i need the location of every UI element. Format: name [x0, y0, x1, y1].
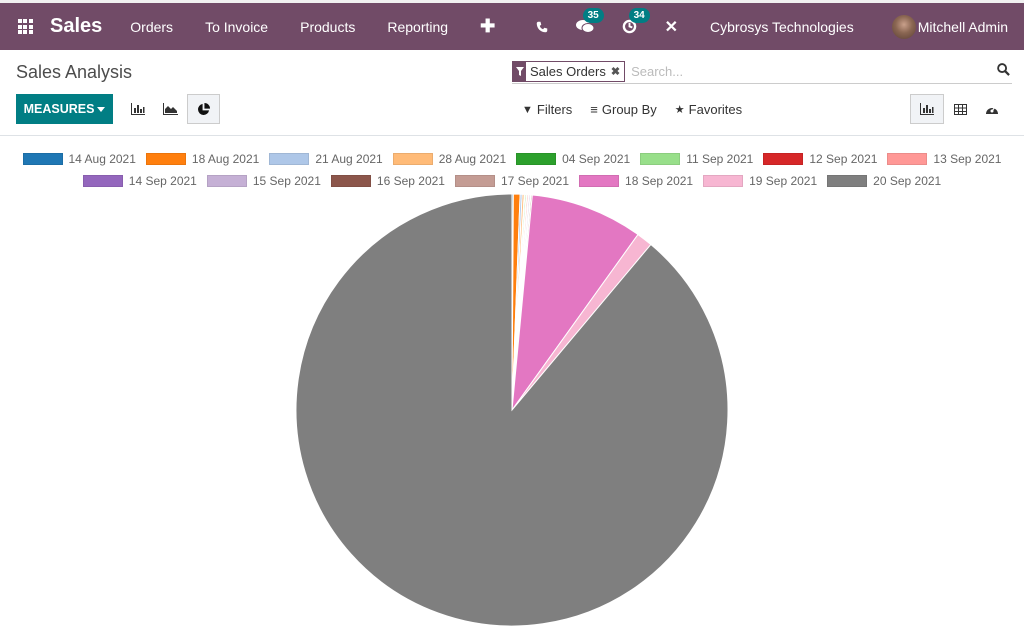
search-bar: Sales Orders ✖ — [512, 60, 1012, 84]
bar-chart-icon — [130, 103, 145, 115]
company-switcher[interactable]: Cybrosys Technologies — [710, 19, 854, 35]
messages-badge: 35 — [582, 8, 604, 23]
bars-icon: ≡ — [590, 102, 598, 117]
filter-icon — [513, 62, 526, 81]
page-title: Sales Analysis — [16, 62, 133, 82]
tools-icon[interactable]: ✕ — [665, 17, 678, 37]
pie-svg — [295, 193, 729, 626]
filters-label: Filters — [536, 102, 573, 117]
favorites-button[interactable]: ★ Favorites — [675, 102, 742, 117]
area-chart-icon — [163, 103, 178, 115]
top-navbar: Sales Orders To Invoice Products Reporti… — [0, 0, 1024, 50]
measures-button[interactable]: MEASURES — [16, 94, 113, 124]
menu-to-invoice[interactable]: To Invoice — [205, 19, 268, 35]
search-facet: Sales Orders ✖ — [512, 61, 626, 82]
messages-icon[interactable]: 35 — [575, 8, 604, 34]
group-by-label: Group By — [601, 102, 657, 117]
activities-badge: 34 — [628, 8, 650, 23]
phone-icon[interactable] — [536, 21, 548, 33]
line-chart-button[interactable] — [154, 94, 187, 124]
remove-facet-icon[interactable]: ✖ — [611, 65, 620, 78]
pie-chart-icon — [198, 102, 210, 115]
app-name[interactable]: Sales — [50, 15, 102, 38]
activities-icon[interactable]: 34 — [622, 8, 650, 34]
group-by-button[interactable]: ≡ Group By — [590, 102, 657, 117]
pivot-view-button[interactable] — [943, 94, 977, 124]
facet-label: Sales Orders — [530, 64, 606, 79]
apps-menu-icon[interactable] — [0, 19, 50, 34]
dashboard-icon — [986, 106, 998, 114]
avatar[interactable] — [891, 14, 916, 39]
favorites-label: Favorites — [688, 102, 743, 117]
menu-reporting[interactable]: Reporting — [387, 19, 448, 35]
search-icon[interactable] — [997, 62, 1010, 81]
table-icon — [953, 103, 967, 115]
filter-icon: ▼ — [522, 103, 533, 116]
measures-label: MEASURES — [23, 102, 95, 116]
search-input[interactable] — [631, 64, 997, 79]
pie-chart: 14 Aug 2021 18 Aug 2021 21 Aug 2021 28 Aug … — [0, 137, 1024, 626]
bar-chart-button[interactable] — [121, 94, 154, 124]
menu-orders[interactable]: Orders — [130, 19, 173, 35]
dashboard-view-button[interactable] — [975, 94, 1009, 124]
caret-down-icon — [97, 106, 106, 112]
graph-view-button[interactable] — [910, 94, 944, 124]
menu-products[interactable]: Products — [300, 19, 355, 35]
bar-chart-icon — [920, 103, 934, 115]
filters-button[interactable]: ▼ Filters — [522, 102, 572, 117]
plus-icon[interactable]: ✚ — [480, 16, 495, 37]
control-panel: Sales Analysis Sales Orders ✖ MEASURES ▼ — [0, 50, 1024, 136]
pie-chart-button[interactable] — [187, 94, 220, 124]
pie-slice-20-sep-2021[interactable] — [295, 193, 729, 626]
user-menu[interactable]: Mitchell Admin — [918, 19, 1008, 35]
star-icon: ★ — [674, 104, 685, 116]
